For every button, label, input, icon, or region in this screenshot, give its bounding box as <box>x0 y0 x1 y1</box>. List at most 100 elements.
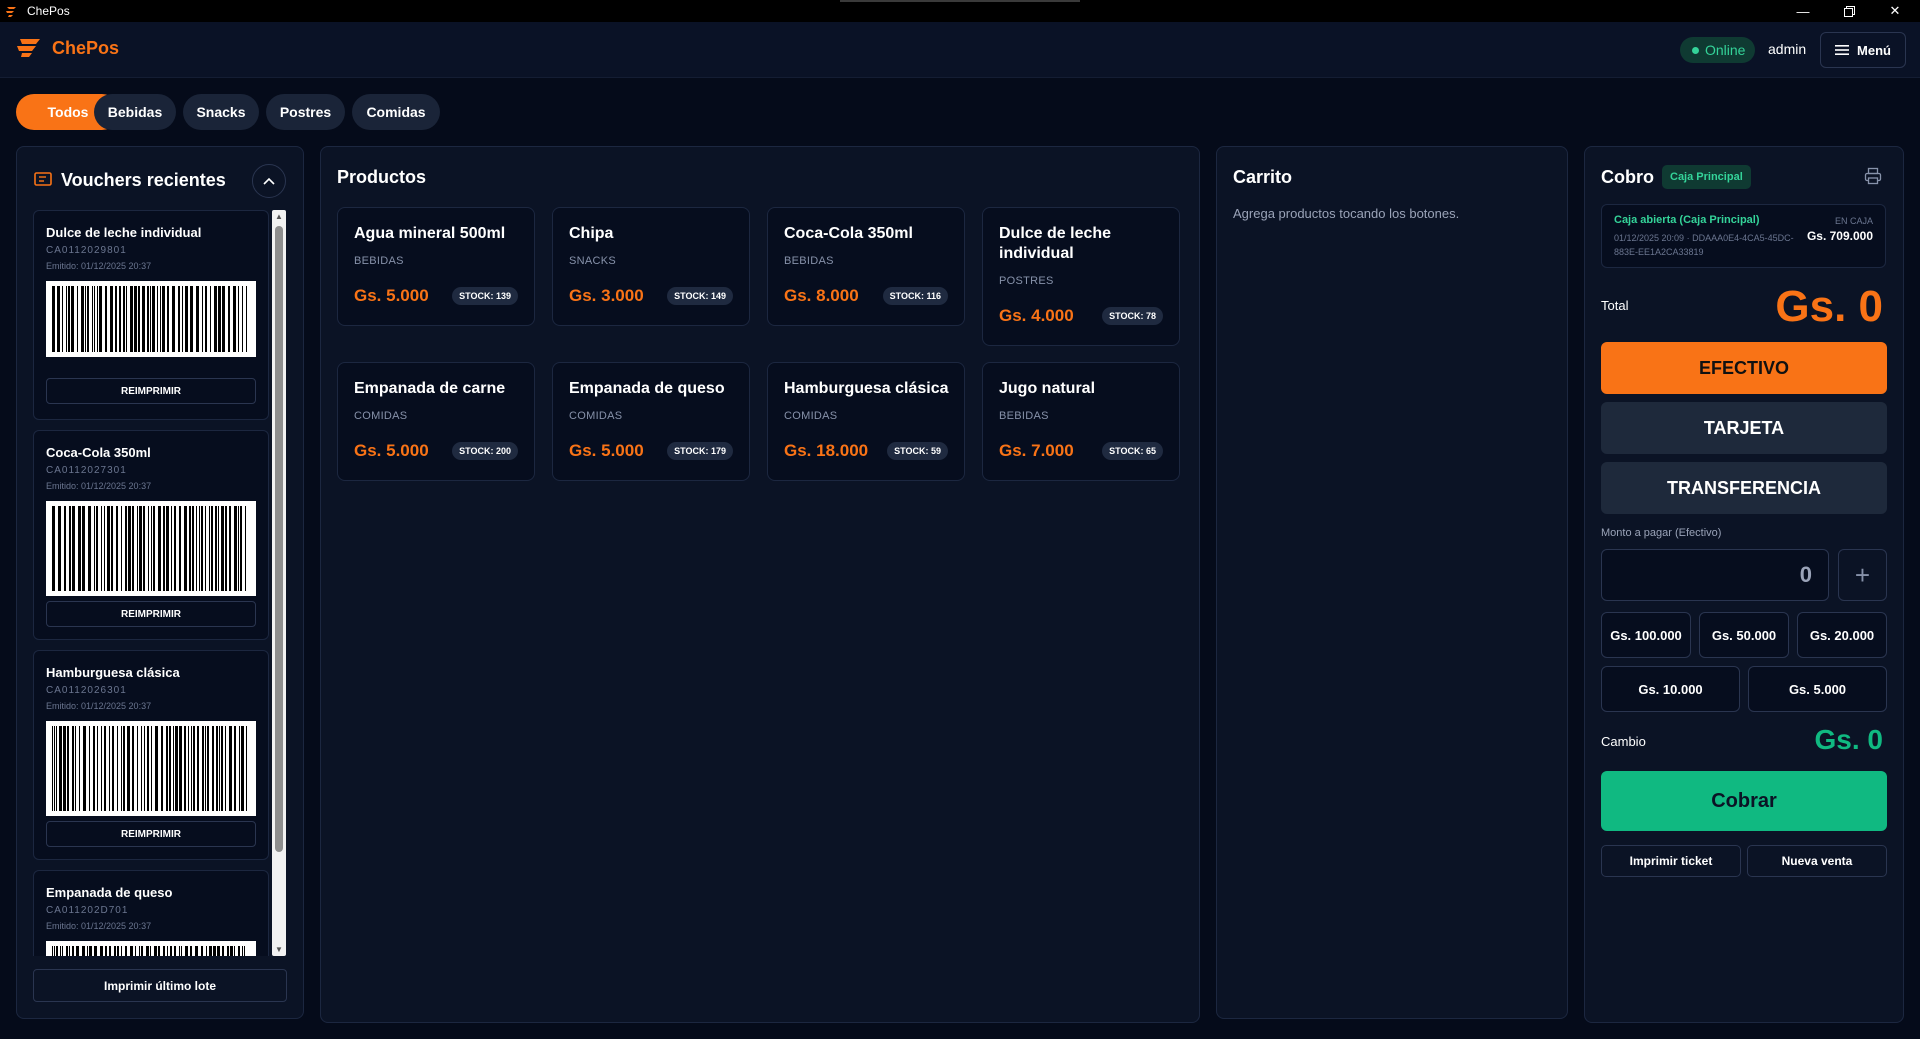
product-category: BEBIDAS <box>354 255 404 267</box>
total-value: Gs. 0 <box>1775 282 1883 331</box>
voucher-date: Emitido: 01/12/2025 20:37 <box>46 921 152 931</box>
print-last-batch-button[interactable]: Imprimir último lote <box>33 969 287 1002</box>
print-ticket-button[interactable]: Imprimir ticket <box>1601 845 1741 877</box>
cart-panel <box>1216 146 1568 1019</box>
method-tarjeta-button[interactable]: TARJETA <box>1601 402 1887 454</box>
voucher-code: CA0112026301 <box>46 685 127 696</box>
category-comidas[interactable]: Comidas <box>352 94 440 130</box>
product-card[interactable]: Coca-Cola 350ml BEBIDAS Gs. 8.000 STOCK:… <box>767 207 965 326</box>
voucher-name: Hamburguesa clásica <box>46 665 180 680</box>
product-card[interactable]: Jugo natural BEBIDAS Gs. 7.000 STOCK: 65 <box>982 362 1180 481</box>
voucher-name: Empanada de queso <box>46 885 173 900</box>
app-logo-icon <box>6 7 16 17</box>
status-badge: Online <box>1680 37 1756 63</box>
in-register-label: EN CAJA <box>1834 216 1873 226</box>
menu-button[interactable]: Menú <box>1820 32 1906 68</box>
quick-amount-button[interactable]: Gs. 20.000 <box>1797 612 1887 658</box>
reprint-button[interactable]: REIMPRIMIR <box>46 601 256 627</box>
product-price: Gs. 7.000 <box>999 441 1074 460</box>
barcode <box>46 501 256 596</box>
stock-badge: STOCK: 78 <box>1102 307 1163 325</box>
product-price: Gs. 5.000 <box>354 286 429 305</box>
product-category: POSTRES <box>999 275 1054 287</box>
voucher-code: CA011202D701 <box>46 905 129 916</box>
ticket-icon <box>34 172 52 186</box>
cart-title: Carrito <box>1233 167 1293 187</box>
stock-badge: STOCK: 149 <box>667 287 733 305</box>
product-name: Empanada de queso <box>569 380 725 397</box>
hamburger-icon <box>1835 45 1850 55</box>
menu-label: Menú <box>1857 42 1891 58</box>
quick-amount-button[interactable]: Gs. 5.000 <box>1748 666 1887 712</box>
voucher-name: Dulce de leche individual <box>46 225 202 240</box>
status-dot-icon <box>1692 46 1699 54</box>
close-icon[interactable]: ✕ <box>1872 0 1918 22</box>
barcode <box>46 941 256 956</box>
vouchers-title: Vouchers recientes <box>61 170 226 190</box>
product-category: SNACKS <box>569 255 617 267</box>
new-sale-button[interactable]: Nueva venta <box>1747 845 1887 877</box>
product-card[interactable]: Agua mineral 500ml BEBIDAS Gs. 5.000 STO… <box>337 207 535 326</box>
payment-title: Cobro <box>1601 167 1654 187</box>
scroll-up-icon[interactable]: ▲ <box>275 212 283 221</box>
voucher-date: Emitido: 01/12/2025 20:37 <box>46 261 152 271</box>
product-name: Dulce de leche individual <box>999 225 1112 262</box>
products-title: Productos <box>337 167 427 187</box>
quick-amount-button[interactable]: Gs. 50.000 <box>1699 612 1789 658</box>
voucher-card: Dulce de leche individual CA0112029801 E… <box>33 210 269 420</box>
window-title: ChePos <box>27 4 70 18</box>
product-card[interactable]: Hamburguesa clásica COMIDAS Gs. 18.000 S… <box>767 362 965 481</box>
window-drag-handle[interactable] <box>840 0 1080 2</box>
charge-button[interactable]: Cobrar <box>1601 771 1887 831</box>
method-efectivo-button[interactable]: EFECTIVO <box>1601 342 1887 394</box>
collapse-button[interactable] <box>252 164 286 198</box>
stock-badge: STOCK: 200 <box>452 442 518 460</box>
cash-register-detail: 01/12/2025 20:09 · DDAAA0E4-4CA5-45DC-88… <box>1614 233 1794 257</box>
restore-icon[interactable] <box>1826 0 1872 22</box>
plus-icon[interactable]: + <box>1838 549 1887 601</box>
product-card[interactable]: Empanada de queso COMIDAS Gs. 5.000 STOC… <box>552 362 750 481</box>
product-name: Coca-Cola 350ml <box>784 225 913 242</box>
reprint-button[interactable]: REIMPRIMIR <box>46 821 256 847</box>
voucher-code: CA0112027301 <box>46 465 127 476</box>
product-card[interactable]: Chipa SNACKS Gs. 3.000 STOCK: 149 <box>552 207 750 326</box>
voucher-list[interactable]: Dulce de leche individual CA0112029801 E… <box>33 210 287 956</box>
barcode <box>46 721 256 816</box>
voucher-date: Emitido: 01/12/2025 20:37 <box>46 701 152 711</box>
voucher-scrollbar[interactable]: ▲ ▼ <box>272 210 286 956</box>
change-label: Cambio <box>1601 734 1646 749</box>
quick-amount-button[interactable]: Gs. 10.000 <box>1601 666 1740 712</box>
scroll-down-icon[interactable]: ▼ <box>275 945 283 954</box>
stock-badge: STOCK: 59 <box>887 442 948 460</box>
change-value: Gs. 0 <box>1814 724 1883 755</box>
product-category: COMIDAS <box>784 410 838 422</box>
reprint-button[interactable]: REIMPRIMIR <box>46 378 256 404</box>
product-price: Gs. 3.000 <box>569 286 644 305</box>
cash-register-badge: Caja Principal <box>1662 165 1751 189</box>
status-text: Online <box>1705 42 1746 58</box>
stock-badge: STOCK: 65 <box>1102 442 1163 460</box>
stock-badge: STOCK: 116 <box>882 287 948 305</box>
category-snacks[interactable]: Snacks <box>183 94 259 130</box>
voucher-date: Emitido: 01/12/2025 20:37 <box>46 481 152 491</box>
brand[interactable]: ChePos <box>16 36 119 60</box>
method-transferencia-button[interactable]: TRANSFERENCIA <box>1601 462 1887 514</box>
app-header: ChePos Online admin Menú <box>0 22 1920 78</box>
category-postres[interactable]: Postres <box>266 94 345 130</box>
cash-register-state: Caja abierta (Caja Principal) <box>1614 214 1760 226</box>
quick-amount-button[interactable]: Gs. 100.000 <box>1601 612 1691 658</box>
in-register-amount: Gs. 709.000 <box>1806 229 1873 243</box>
product-name: Chipa <box>569 225 614 242</box>
amount-input[interactable]: 0 <box>1601 549 1829 601</box>
product-price: Gs. 5.000 <box>569 441 644 460</box>
scroll-thumb[interactable] <box>275 226 283 852</box>
printer-icon[interactable] <box>1864 167 1882 185</box>
voucher-code: CA0112029801 <box>46 245 127 256</box>
product-card[interactable]: Dulce de leche individual POSTRES Gs. 4.… <box>982 207 1180 346</box>
user-name[interactable]: admin <box>1768 41 1806 57</box>
minimize-icon[interactable]: — <box>1780 0 1826 22</box>
product-card[interactable]: Empanada de carne COMIDAS Gs. 5.000 STOC… <box>337 362 535 481</box>
category-bebidas[interactable]: Bebidas <box>94 94 176 130</box>
stock-badge: STOCK: 179 <box>667 442 733 460</box>
brand-logo-icon <box>17 39 40 57</box>
